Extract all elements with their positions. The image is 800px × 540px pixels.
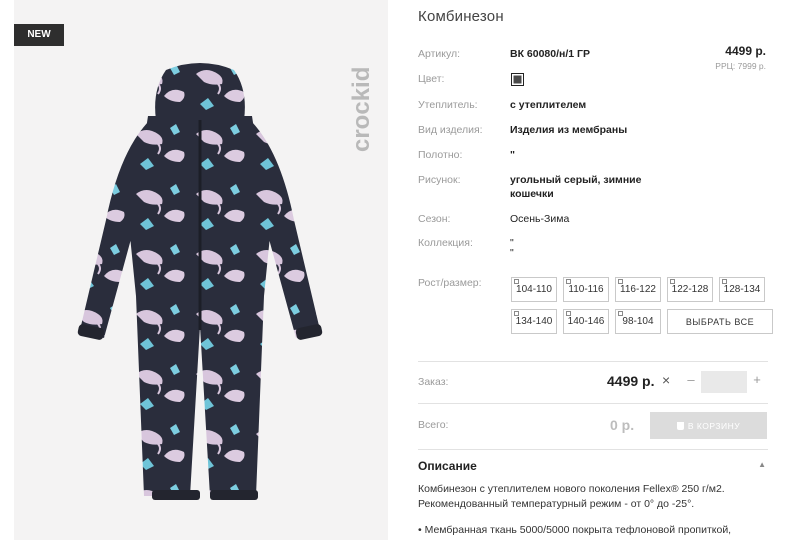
brand-logo: crockid	[348, 67, 375, 152]
times-icon: ×	[662, 372, 671, 388]
attr-type-value: Изделия из мембраны	[510, 124, 628, 136]
attr-insulation-value: с утеплителем	[510, 99, 587, 111]
attr-season-value: Осень-Зима	[510, 213, 570, 225]
attr-fabric-value: "	[510, 149, 515, 161]
add-to-cart-button[interactable]: В КОРЗИНУ	[650, 412, 767, 439]
product-price: 4499 р.	[725, 44, 766, 58]
attr-fabric-label: Полотно:	[418, 149, 463, 161]
attr-size-label: Рост/размер:	[418, 277, 482, 289]
attr-pattern-value-line2: кошечки	[510, 188, 554, 200]
total-label: Всего:	[418, 419, 449, 431]
size-checkbox-icon	[722, 279, 727, 284]
attr-type-label: Вид изделия:	[418, 124, 483, 136]
size-option[interactable]: 116-122	[615, 277, 661, 302]
divider	[418, 449, 768, 450]
jumpsuit-image	[77, 63, 323, 500]
product-info: Комбинезон 4499 р. РРЦ: 7999 р. Артикул:…	[418, 0, 773, 540]
order-label: Заказ:	[418, 376, 449, 388]
shopping-bag-icon	[676, 422, 684, 430]
description-bullet: • Мембранная ткань 5000/5000 покрыта теф…	[418, 524, 732, 536]
attr-article-label: Артикул:	[418, 48, 461, 60]
divider	[418, 361, 768, 362]
size-option[interactable]: 98-104	[615, 309, 661, 334]
product-title: Комбинезон	[418, 8, 504, 25]
size-checkbox-icon	[514, 311, 519, 316]
size-option[interactable]: 140-146	[563, 309, 609, 334]
brand-logo-text: crockid	[348, 67, 375, 152]
size-checkbox-icon	[618, 279, 623, 284]
quantity-decrease-button[interactable]: –	[684, 372, 698, 387]
attr-collection-value-line2: "	[510, 247, 514, 259]
order-price: 4499 р.	[607, 373, 655, 389]
recommended-price: РРЦ: 7999 р.	[715, 61, 766, 71]
attr-pattern-label: Рисунок:	[418, 174, 461, 186]
product-photo[interactable]: NEW crockid	[14, 0, 388, 540]
attr-color-label: Цвет:	[418, 73, 445, 85]
size-option[interactable]: 110-116	[563, 277, 609, 302]
size-checkbox-icon	[670, 279, 675, 284]
description-title: Описание	[418, 459, 477, 473]
size-checkbox-icon	[618, 311, 623, 316]
size-checkbox-icon	[566, 311, 571, 316]
size-option[interactable]: 134-140	[511, 309, 557, 334]
new-badge: NEW	[14, 24, 64, 46]
collapse-arrow-icon[interactable]: ▲	[758, 460, 766, 469]
attr-collection-label: Коллекция:	[418, 237, 473, 249]
divider	[418, 403, 768, 404]
size-option[interactable]: 104-110	[511, 277, 557, 302]
size-option[interactable]: 128-134	[719, 277, 765, 302]
color-swatch[interactable]	[511, 73, 524, 86]
size-checkbox-icon	[514, 279, 519, 284]
attr-insulation-label: Утеплитель:	[418, 99, 478, 111]
total-price: 0 р.	[610, 417, 635, 433]
size-checkbox-icon	[566, 279, 571, 284]
attr-pattern-value: угольный серый, зимние	[510, 174, 642, 186]
quantity-input[interactable]	[701, 371, 747, 393]
attr-article-value: ВК 60080/н/1 ГР	[510, 48, 590, 60]
quantity-increase-button[interactable]: +	[750, 372, 764, 387]
description-text: Комбинезон с утеплителем нового поколени…	[418, 483, 725, 510]
size-option[interactable]: 122-128	[667, 277, 713, 302]
attr-season-label: Сезон:	[418, 213, 451, 225]
select-all-sizes-button[interactable]: ВЫБРАТЬ ВСЕ	[667, 309, 773, 334]
